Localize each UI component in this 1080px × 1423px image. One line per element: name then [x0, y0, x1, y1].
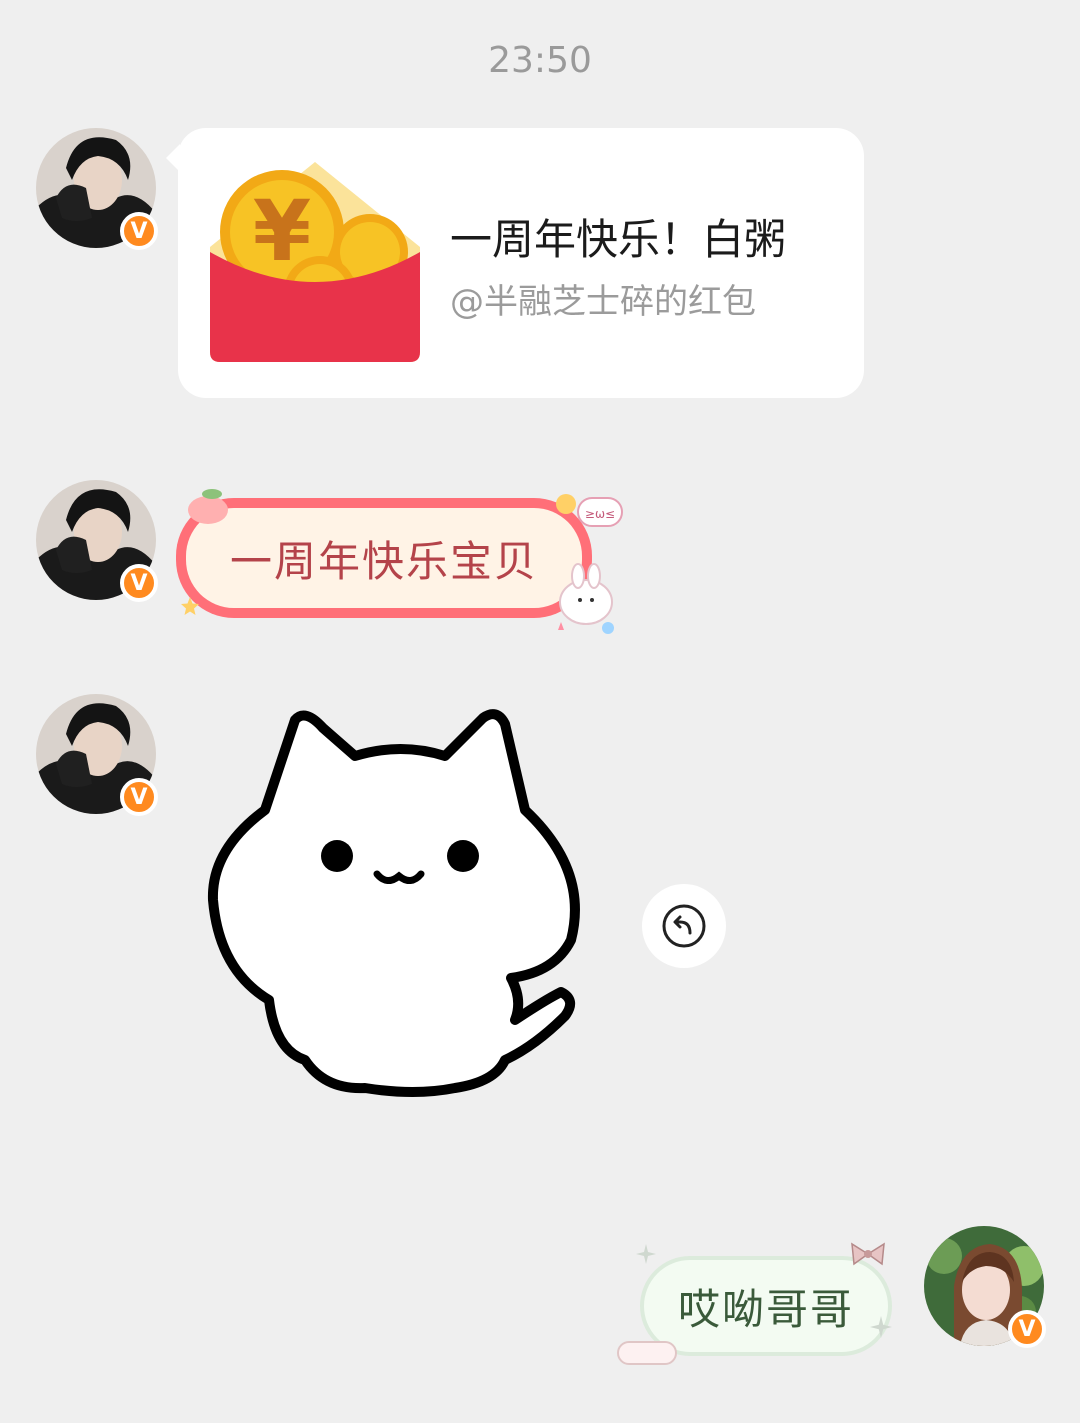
chat-view: 23:50 V ¥ 一周年快乐！白粥 @半融芝士碎的红包 V 一周年快乐宝贝 ≥…: [0, 0, 1080, 1423]
peach-decoration-icon: [188, 489, 228, 524]
sparkle-decoration-icon: [870, 1316, 892, 1338]
ribbon-decoration-icon: [617, 1341, 677, 1365]
message-text: 一周年快乐宝贝: [229, 536, 538, 586]
sparkle-decoration-icon: [636, 1244, 656, 1264]
my-avatar[interactable]: V: [924, 1226, 1046, 1348]
star-decoration-icon: [181, 597, 199, 615]
red-packet-card[interactable]: ¥ 一周年快乐！白粥 @半融芝士碎的红包: [166, 128, 864, 398]
cat-face-decoration-icon: ≥ω≤: [556, 494, 623, 527]
sender-avatar[interactable]: V: [36, 128, 158, 250]
reply-arrow-icon: [662, 904, 706, 948]
verified-badge-icon: V: [120, 564, 158, 602]
verified-badge-icon: V: [120, 212, 158, 250]
red-packet-title: 一周年快乐！白粥: [450, 215, 787, 264]
bunny-decoration-icon: [558, 563, 614, 634]
message-bubble-inner: 一周年快乐宝贝: [186, 508, 582, 608]
verified-badge-icon: V: [1008, 1310, 1046, 1348]
message-text: 哎呦哥哥: [677, 1284, 854, 1334]
reply-button[interactable]: [642, 884, 726, 968]
message-bubble[interactable]: 一周年快乐宝贝: [176, 498, 592, 618]
verified-badge-icon: V: [120, 778, 158, 816]
timestamp: 23:50: [488, 40, 592, 81]
svg-text:≥ω≤: ≥ω≤: [585, 507, 615, 521]
bow-decoration-icon: [851, 1242, 885, 1266]
sender-avatar[interactable]: V: [36, 694, 158, 816]
cat-sticker[interactable]: [205, 700, 595, 1100]
sender-avatar[interactable]: V: [36, 480, 158, 602]
red-packet-icon: ¥: [210, 152, 420, 362]
red-packet-sender: @半融芝士碎的红包: [450, 282, 756, 322]
